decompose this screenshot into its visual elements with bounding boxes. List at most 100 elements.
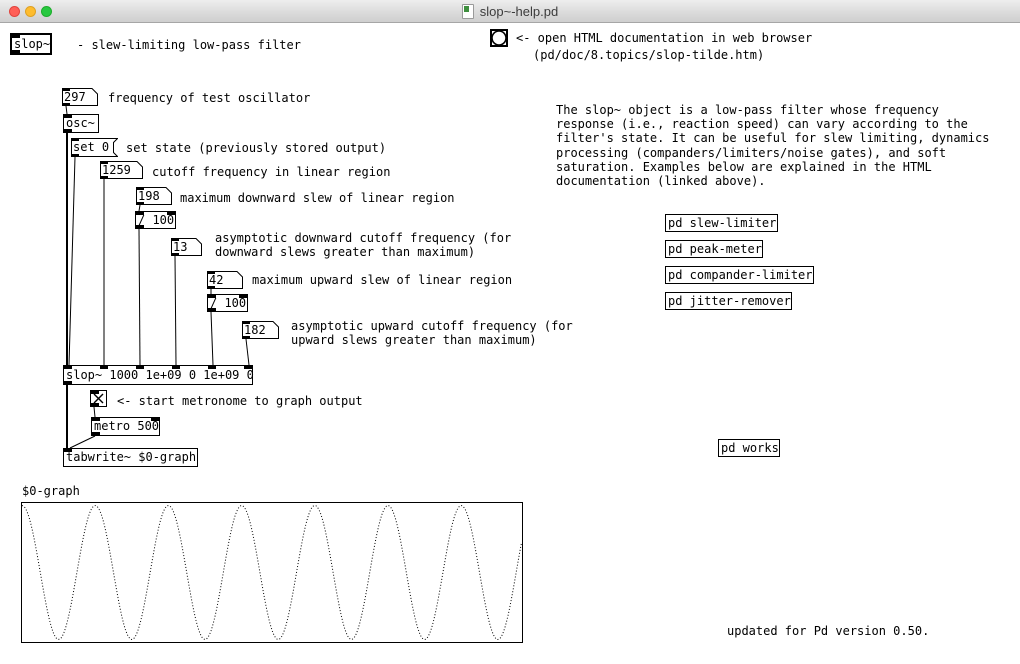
array-graph <box>21 502 523 643</box>
inlet[interactable] <box>171 238 179 241</box>
outlet[interactable] <box>208 308 216 311</box>
comment-line: The slop~ object is a low-pass filter wh… <box>556 103 989 117</box>
toggle-checkbox[interactable] <box>90 390 107 407</box>
comment-text: $0-graph <box>22 484 80 498</box>
outlet[interactable] <box>12 50 20 53</box>
control-patch-cord <box>66 106 67 114</box>
object-box-slop[interactable]: slop~ 1000 1e+09 0 1e+09 0 <box>63 365 253 385</box>
outlet[interactable] <box>71 154 79 157</box>
inlet[interactable] <box>208 366 216 369</box>
inlet[interactable] <box>100 366 108 369</box>
outlet[interactable] <box>136 202 144 205</box>
comment-line: downward slews greater than maximum) <box>215 245 511 259</box>
array-waveform <box>22 506 522 640</box>
control-patch-cord <box>139 229 140 365</box>
control-patch-cord <box>211 312 213 365</box>
comment-line: $0-graph <box>22 484 80 498</box>
inlet[interactable] <box>207 271 215 274</box>
window-title: slop~-help.pd <box>480 4 558 19</box>
control-patch-cord <box>69 157 75 365</box>
box-label: tabwrite~ $0-graph <box>66 449 196 466</box>
object-box-slop-main[interactable]: slop~ <box>10 33 52 55</box>
comment-text: <- start metronome to graph output <box>117 394 363 408</box>
inlet[interactable] <box>151 418 159 421</box>
open-html-doc-icon[interactable] <box>490 29 508 51</box>
object-box-pd-compander-limiter[interactable]: pd compander-limiter <box>665 266 814 284</box>
message-box-set-0[interactable]: set 0 <box>71 138 118 157</box>
box-label: pd works <box>721 440 779 456</box>
number-box-198[interactable]: 198 <box>136 187 172 205</box>
object-box-div-100-b[interactable]: / 100 <box>207 294 248 312</box>
comment-text: asymptotic upward cutoff frequency (foru… <box>291 319 573 347</box>
comment-line: upward slews greater than maximum) <box>291 333 573 347</box>
object-box-pd-peak-meter[interactable]: pd peak-meter <box>665 240 763 258</box>
box-label: metro 500 <box>94 418 159 435</box>
inlet[interactable] <box>64 449 72 452</box>
inlet[interactable] <box>100 161 108 164</box>
inlet[interactable] <box>64 366 72 369</box>
comment-line: processing (companders/limiters/noise ga… <box>556 146 989 160</box>
number-box-182[interactable]: 182 <box>242 321 279 339</box>
inlet[interactable] <box>167 212 175 215</box>
number-box-1259[interactable]: 1259 <box>100 161 143 179</box>
inlet[interactable] <box>92 418 100 421</box>
box-label: slop~ 1000 1e+09 0 1e+09 0 <box>66 366 254 384</box>
inlet[interactable] <box>64 115 72 118</box>
outlet[interactable] <box>64 129 72 132</box>
comment-line: frequency of test oscillator <box>108 91 310 105</box>
inlet[interactable] <box>136 187 144 190</box>
comment-text: The slop~ object is a low-pass filter wh… <box>556 103 989 188</box>
outlet[interactable] <box>207 286 215 289</box>
outlet[interactable] <box>92 432 100 435</box>
inlet[interactable] <box>62 88 70 91</box>
inlet[interactable] <box>242 321 250 324</box>
number-box-13[interactable]: 13 <box>171 238 202 256</box>
inlet[interactable] <box>91 391 99 394</box>
comment-text: (pd/doc/8.topics/slop-tilde.htm) <box>533 48 764 62</box>
comment-line: maximum upward slew of linear region <box>252 273 512 287</box>
object-box-pd-works[interactable]: pd works <box>718 439 780 457</box>
control-patch-cord <box>246 339 249 365</box>
outlet[interactable] <box>171 253 179 256</box>
comment-text: <- open HTML documentation in web browse… <box>516 31 812 45</box>
comment-line: <- open HTML documentation in web browse… <box>516 31 812 45</box>
inlet[interactable] <box>136 366 144 369</box>
object-box-pd-slew-limiter[interactable]: pd slew-limiter <box>665 214 778 232</box>
object-box-div-100-a[interactable]: / 100 <box>135 211 176 229</box>
title-bar: slop~-help.pd <box>0 0 1020 23</box>
inlet[interactable] <box>136 212 144 215</box>
comment-text: maximum upward slew of linear region <box>252 273 512 287</box>
comment-text: maximum downward slew of linear region <box>180 191 455 205</box>
outlet[interactable] <box>62 103 70 106</box>
object-box-pd-jitter-remover[interactable]: pd jitter-remover <box>665 292 792 310</box>
outlet[interactable] <box>100 176 108 179</box>
comment-line: <- start metronome to graph output <box>117 394 363 408</box>
inlet[interactable] <box>244 366 252 369</box>
box-label: pd slew-limiter <box>668 215 776 231</box>
comment-text: - slew-limiting low-pass filter <box>77 38 301 52</box>
box-label: pd jitter-remover <box>668 293 791 309</box>
outlet[interactable] <box>91 403 99 406</box>
inlet[interactable] <box>208 295 216 298</box>
comment-line: asymptotic upward cutoff frequency (for <box>291 319 573 333</box>
box-label: pd peak-meter <box>668 241 762 257</box>
object-box-tabwrite[interactable]: tabwrite~ $0-graph <box>63 448 198 467</box>
object-box-osc[interactable]: osc~ <box>63 114 99 133</box>
outlet[interactable] <box>136 225 144 228</box>
comment-line: set state (previously stored output) <box>126 141 386 155</box>
inlet[interactable] <box>239 295 247 298</box>
inlet[interactable] <box>12 35 20 38</box>
comment-line: asymptotic downward cutoff frequency (fo… <box>215 231 511 245</box>
comment-text: updated for Pd version 0.50. <box>727 624 929 638</box>
comment-line: response (i.e., reaction speed) can vary… <box>556 117 989 131</box>
comment-line: updated for Pd version 0.50. <box>727 624 929 638</box>
inlet[interactable] <box>71 138 79 141</box>
outlet[interactable] <box>64 381 72 384</box>
outlet[interactable] <box>242 336 250 339</box>
document-icon <box>462 4 474 19</box>
comment-line: filter's state. It can be useful for sle… <box>556 131 989 145</box>
number-box-42[interactable]: 42 <box>207 271 243 289</box>
inlet[interactable] <box>172 366 180 369</box>
number-box-297[interactable]: 297 <box>62 88 98 106</box>
object-box-metro-500[interactable]: metro 500 <box>91 417 160 436</box>
